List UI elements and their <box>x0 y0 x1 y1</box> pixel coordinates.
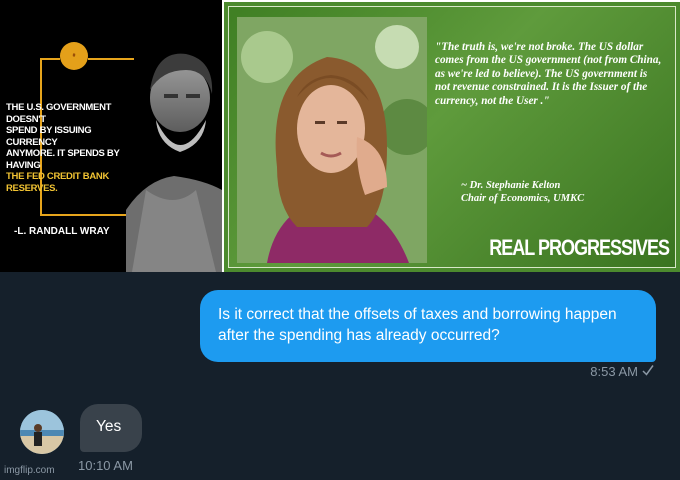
wray-quote-image: # THE U.S. GOVERNMENT DOESN'T SPEND BY I… <box>0 0 222 272</box>
woman-photo <box>237 17 427 263</box>
outgoing-message[interactable]: Is it correct that the offsets of taxes … <box>200 290 656 362</box>
brand-logo: REAL PROGRESSIVES <box>489 234 670 260</box>
attribution-name: ~ Dr. Stephanie Kelton <box>461 180 561 191</box>
badge-logo: # <box>60 42 88 70</box>
watermark: imgflip.com <box>4 465 55 476</box>
kelton-quote-image: "The truth is, we're not broke. The US d… <box>224 2 680 272</box>
kelton-attribution: ~ Dr. Stephanie Kelton Chair of Economic… <box>461 179 661 205</box>
wray-author: -L. RANDALL WRAY <box>14 226 110 237</box>
avatar-image <box>20 410 64 454</box>
quote-line: SPEND BY ISSUING CURRENCY <box>6 125 92 148</box>
attribution-title: Chair of Economics, UMKC <box>461 193 585 204</box>
kelton-card: "The truth is, we're not broke. The US d… <box>228 6 676 268</box>
man-photo <box>126 53 222 272</box>
incoming-timestamp: 10:10 AM <box>78 458 133 473</box>
quote-line: THE U.S. GOVERNMENT DOESN'T <box>6 102 112 125</box>
check-icon <box>642 364 654 379</box>
outgoing-timestamp: 8:53 AM <box>590 364 654 379</box>
frame-line <box>40 214 126 216</box>
frame-line <box>40 58 60 60</box>
avatar[interactable] <box>20 410 64 454</box>
kelton-quote-text: "The truth is, we're not broke. The US d… <box>435 41 662 107</box>
quote-line: ANYMORE. IT SPENDS BY HAVING <box>6 148 120 171</box>
shared-image[interactable]: # THE U.S. GOVERNMENT DOESN'T SPEND BY I… <box>0 0 680 272</box>
wray-quote-text: THE U.S. GOVERNMENT DOESN'T SPEND BY ISS… <box>6 102 132 194</box>
incoming-message[interactable]: Yes <box>80 404 142 452</box>
timestamp-text: 8:53 AM <box>590 364 638 379</box>
quote-highlight: THE FED CREDIT BANK RESERVES. <box>6 171 110 194</box>
